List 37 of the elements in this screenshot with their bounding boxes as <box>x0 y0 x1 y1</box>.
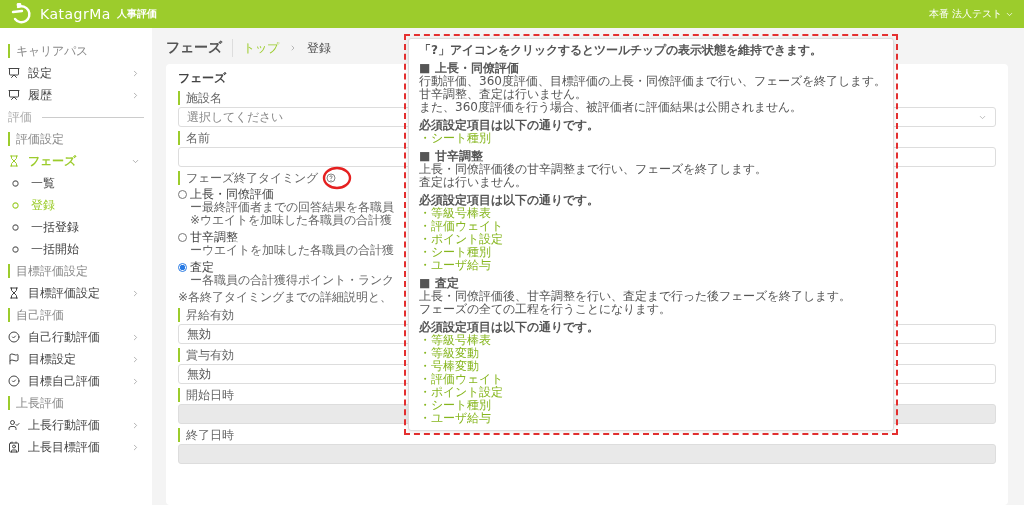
sidebar-section-title: 目標評価設定 <box>8 264 152 278</box>
logo-text: KatagrMa <box>40 6 111 22</box>
note-text: ※各終了タイミングまでの詳細説明と、 <box>178 290 393 304</box>
option-description: ※ウエイトを加味した各職員の合計獲 <box>190 214 393 227</box>
field-label: 終了日時 <box>178 428 234 442</box>
field-label: 開始日時 <box>178 388 234 402</box>
tooltip-heading: ■ 査定 <box>419 277 459 290</box>
field-label: 施設名 <box>178 91 222 105</box>
sidebar-section-title: 評価設定 <box>8 132 152 146</box>
tooltip-text: 行動評価、360度評価、目標評価の上長・同僚評価まで行い、フェーズを終了します。 <box>419 75 886 88</box>
option-description: ー最終評価者までの回答結果を各職員 <box>190 201 394 214</box>
product-name: 人事評価 <box>116 7 157 21</box>
field-label: 賞与有効 <box>178 348 234 362</box>
option-description: ーウエイトを加味した各職員の合計獲 <box>190 244 394 257</box>
tooltip-text: 査定は行いません。 <box>419 176 527 189</box>
sidebar-group-label: 評価 <box>8 108 32 126</box>
tooltip-heading: ■ 上長・同僚評価 <box>419 62 519 75</box>
field-label: 昇給有効 <box>178 308 234 322</box>
tooltip-subheading: 必須設定項目は以下の通りです。 <box>419 321 599 334</box>
sidebar-section-title: キャリアパス <box>8 44 152 58</box>
sidebar-section-title: 自己評価 <box>8 308 152 322</box>
tooltip-text: 上長・同僚評価後、甘辛調整を行い、査定まで行った後フェーズを終了します。 <box>419 290 851 303</box>
breadcrumb-current: 登録 <box>307 39 331 57</box>
tooltip-text: 甘辛調整、査定は行いません。 <box>419 88 587 101</box>
tooltip-subheading: 必須設定項目は以下の通りです。 <box>419 119 599 132</box>
tooltip-heading: ■ 甘辛調整 <box>419 150 483 163</box>
tooltip-subheading: 必須設定項目は以下の通りです。 <box>419 194 599 207</box>
page-title: フェーズ <box>166 39 233 57</box>
form-title: フェーズ <box>178 70 226 87</box>
tooltip-text: また、360度評価を行う場合、被評価者に評価結果は公開されません。 <box>419 101 802 114</box>
tooltip-text: フェーズの全ての工程を行うことになります。 <box>419 303 671 316</box>
tooltip-intro: 「?」アイコンをクリックするとツールチップの表示状態を維持できます。 <box>419 44 822 57</box>
field-label: 名前 <box>178 131 210 145</box>
option-description: ー各職員の合計獲得ポイント・ランク <box>190 274 394 287</box>
tooltip-text: 上長・同僚評価後の甘辛調整まで行い、フェーズを終了します。 <box>419 163 767 176</box>
field-label: フェーズ終了タイミング <box>178 171 318 185</box>
sidebar-section-title: 上長評価 <box>8 396 152 410</box>
